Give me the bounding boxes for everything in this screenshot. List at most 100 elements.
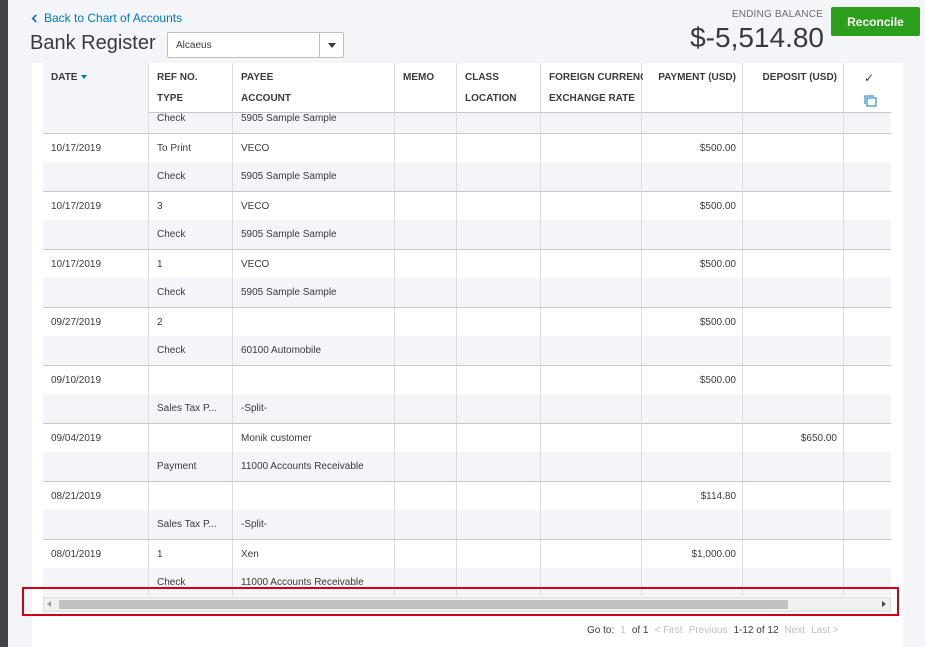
table-cell xyxy=(395,134,457,163)
transaction-row[interactable]: 10/17/2019 1 VECO $500.00 xyxy=(43,249,891,279)
table-cell xyxy=(457,308,541,337)
table-cell xyxy=(844,278,891,307)
cell-value: Payment xyxy=(157,461,197,472)
record-range: 1-12 of 12 xyxy=(733,625,779,636)
table-cell xyxy=(743,540,844,569)
column-header-cleared[interactable]: ✓ xyxy=(844,63,891,113)
table-cell xyxy=(642,394,743,423)
transaction-row[interactable]: 08/21/2019 $114.80 xyxy=(43,481,891,511)
table-cell xyxy=(743,250,844,279)
last-page-link[interactable]: Last > xyxy=(811,625,839,636)
previous-page-link[interactable]: Previous xyxy=(689,625,728,636)
cell-value: 60100 Automobile xyxy=(241,345,322,356)
table-cell xyxy=(642,510,743,539)
table-cell xyxy=(457,540,541,569)
table-cell xyxy=(844,424,891,453)
table-cell xyxy=(541,336,642,365)
column-header-currency-rate[interactable]: FOREIGN CURRENC EXCHANGE RATE xyxy=(541,63,643,113)
table-cell: 5905 Sample Sample xyxy=(233,278,395,307)
table-cell: $500.00 xyxy=(642,192,743,221)
transaction-detail-row[interactable]: Check 60100 Automobile xyxy=(43,336,891,365)
transaction-detail-row[interactable]: Payment 11000 Accounts Receivable xyxy=(43,452,891,481)
cell-value: VECO xyxy=(241,259,270,270)
first-page-link[interactable]: < First xyxy=(655,625,683,636)
transaction-row[interactable]: 09/04/2019 Monik customer $650.00 xyxy=(43,423,891,453)
cell-value: VECO xyxy=(241,143,270,154)
transaction-detail-row[interactable]: Check 5905 Sample Sample xyxy=(43,278,891,307)
table-cell xyxy=(457,482,541,511)
cell-value: Check xyxy=(157,345,186,356)
table-cell xyxy=(457,424,541,453)
back-link-label[interactable]: Back to Chart of Accounts xyxy=(44,11,182,25)
cell-value: VECO xyxy=(241,201,270,212)
cell-value: Check xyxy=(157,229,186,240)
table-cell xyxy=(457,134,541,163)
cell-value: Sales Tax P... xyxy=(157,403,217,414)
table-cell xyxy=(395,394,457,423)
cell-value: 09/10/2019 xyxy=(51,375,102,386)
table-cell xyxy=(844,482,891,511)
column-header-ref-type[interactable]: REF NO. TYPE xyxy=(149,63,233,113)
back-to-chart-of-accounts-link[interactable]: Back to Chart of Accounts xyxy=(30,11,182,25)
table-cell xyxy=(395,250,457,279)
table-cell: 1 xyxy=(149,250,233,279)
table-cell: Check xyxy=(149,336,233,365)
table-cell xyxy=(395,540,457,569)
table-cell xyxy=(457,278,541,307)
table-cell xyxy=(541,220,642,249)
copy-icon[interactable] xyxy=(864,95,877,107)
transaction-detail-row[interactable]: Sales Tax P... -Split- xyxy=(43,394,891,423)
account-select[interactable]: Alcaeus xyxy=(167,32,344,58)
transaction-row[interactable]: 10/17/2019 To Print VECO $500.00 xyxy=(43,133,891,163)
table-cell xyxy=(395,366,457,395)
cell-value: $500.00 xyxy=(699,143,736,154)
table-cell xyxy=(541,366,642,395)
reconcile-button[interactable]: Reconcile xyxy=(831,7,920,36)
table-cell: $500.00 xyxy=(642,366,743,395)
table-cell xyxy=(743,510,844,539)
table-cell: $500.00 xyxy=(642,134,743,163)
table-cell xyxy=(43,452,149,481)
column-header-payment[interactable]: PAYMENT (USD) xyxy=(642,63,743,113)
table-cell xyxy=(541,510,642,539)
table-cell xyxy=(395,220,457,249)
cell-value: $650.00 xyxy=(800,433,837,444)
column-header-payee-account[interactable]: PAYEE ACCOUNT xyxy=(233,63,395,113)
table-cell xyxy=(844,336,891,365)
column-header-date[interactable]: DATE xyxy=(43,63,149,113)
account-select-value[interactable]: Alcaeus xyxy=(168,40,319,51)
table-cell xyxy=(541,308,642,337)
account-select-toggle[interactable] xyxy=(319,33,343,57)
table-cell xyxy=(457,452,541,481)
table-cell xyxy=(395,336,457,365)
page-count: of 1 xyxy=(631,625,649,636)
next-page-link[interactable]: Next xyxy=(785,625,806,636)
payee-header-label: PAYEE xyxy=(241,72,274,83)
table-cell: $500.00 xyxy=(642,308,743,337)
table-cell xyxy=(541,452,642,481)
table-cell xyxy=(541,540,642,569)
transaction-detail-row[interactable]: Check 5905 Sample Sample xyxy=(43,220,891,249)
cell-value: 5905 Sample Sample xyxy=(241,229,337,240)
cell-value: Check xyxy=(157,171,186,182)
goto-page-input[interactable]: 1 xyxy=(620,625,626,636)
table-cell xyxy=(395,192,457,221)
column-header-class-location[interactable]: CLASS LOCATION xyxy=(457,63,541,113)
transaction-detail-row[interactable]: Check 5905 Sample Sample xyxy=(43,162,891,191)
transaction-row[interactable]: 08/01/2019 1 Xen $1,000.00 xyxy=(43,539,891,569)
transaction-row[interactable]: 09/27/2019 2 $500.00 xyxy=(43,307,891,337)
transaction-row[interactable]: 09/10/2019 $500.00 xyxy=(43,365,891,395)
table-cell: 5905 Sample Sample xyxy=(233,162,395,191)
table-cell: To Print xyxy=(149,134,233,163)
transaction-row[interactable]: 10/17/2019 3 VECO $500.00 xyxy=(43,191,891,221)
table-cell: 2 xyxy=(149,308,233,337)
table-cell: Check xyxy=(149,162,233,191)
table-cell: 09/10/2019 xyxy=(43,366,149,395)
column-header-deposit[interactable]: DEPOSIT (USD) xyxy=(743,63,844,113)
table-cell xyxy=(457,162,541,191)
table-cell xyxy=(395,510,457,539)
table-cell: 1 xyxy=(149,540,233,569)
column-header-memo[interactable]: MEMO xyxy=(395,63,457,113)
transaction-detail-row[interactable]: Sales Tax P... -Split- xyxy=(43,510,891,539)
table-cell: VECO xyxy=(233,192,395,221)
